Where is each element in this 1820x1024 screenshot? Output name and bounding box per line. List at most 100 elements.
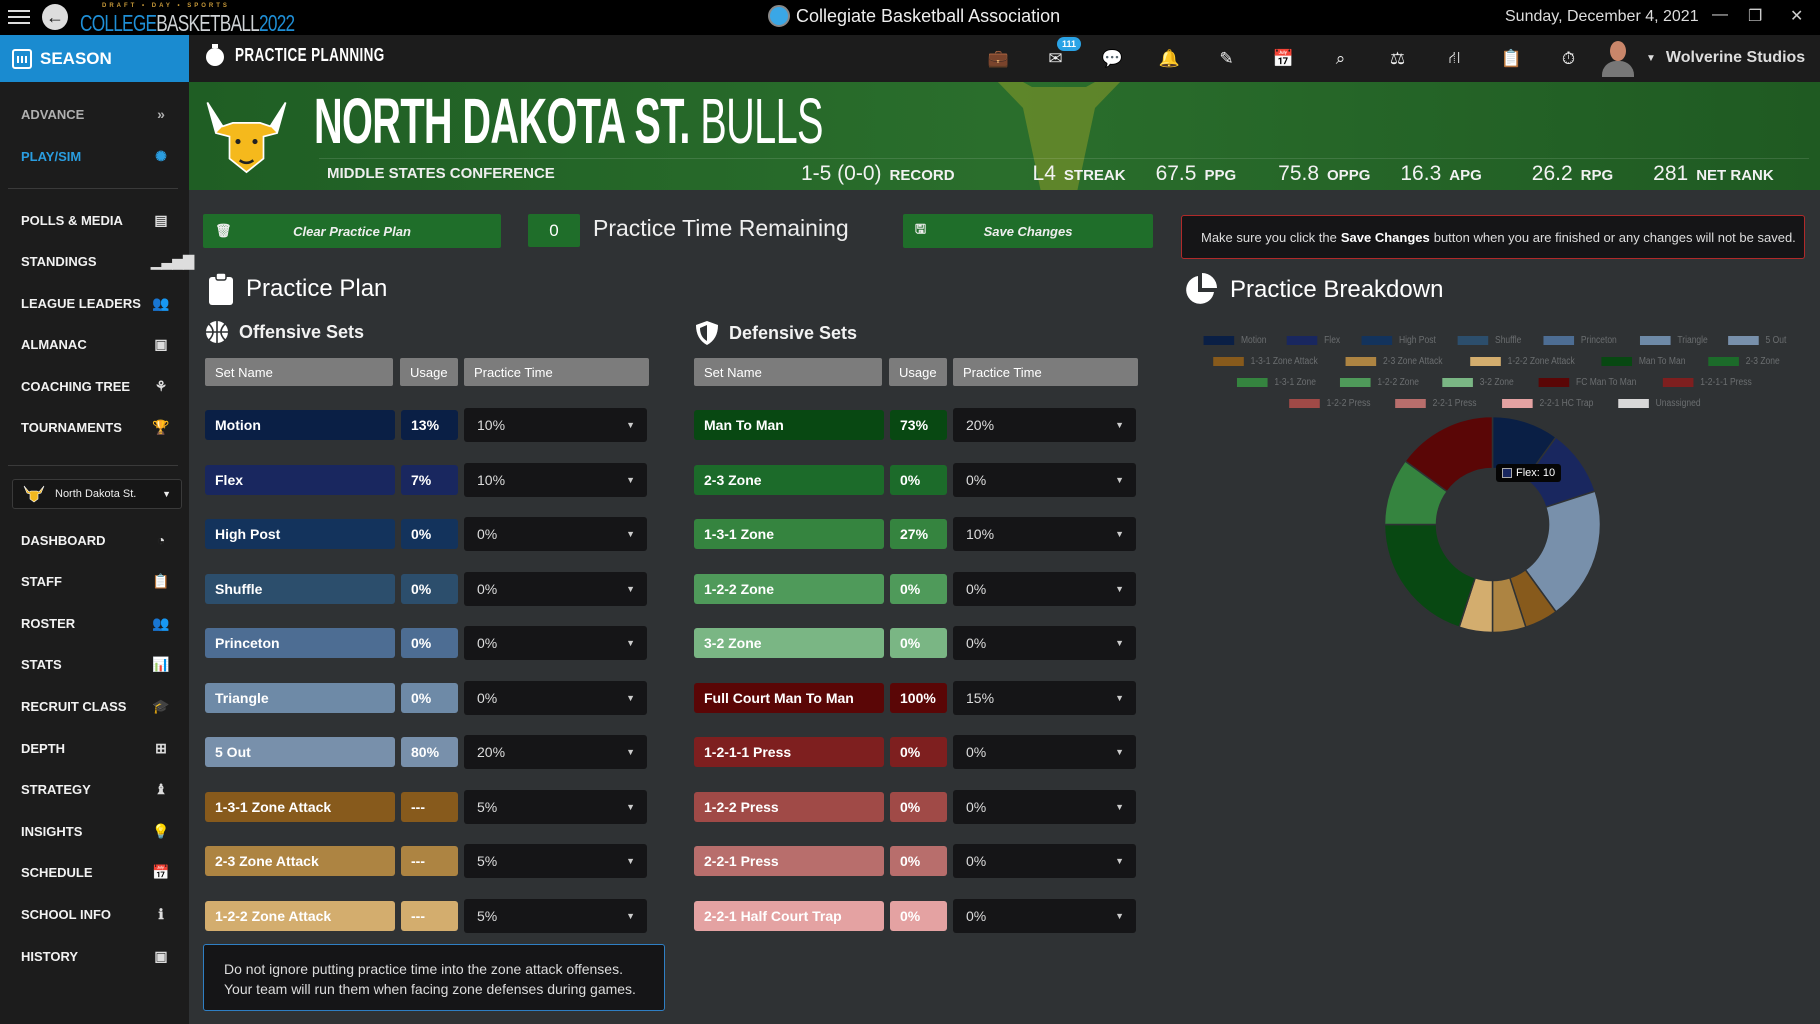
caret-down-icon: ▼	[1115, 529, 1124, 539]
legend-item[interactable]: Princeton	[1543, 335, 1617, 346]
sidebar-item-stats[interactable]: STATS 📊	[21, 653, 171, 677]
sidebar-item-recruit-class[interactable]: RECRUIT CLASS 🎓	[21, 694, 171, 718]
practice-time-select[interactable]: 20% ▼	[953, 408, 1136, 442]
team-selector[interactable]: North Dakota St. ▼	[12, 479, 182, 509]
practice-time-select[interactable]: 20% ▼	[464, 735, 647, 769]
legend-item[interactable]: 5 Out	[1728, 335, 1787, 346]
caret-down-icon: ▼	[162, 489, 171, 499]
practice-time-select[interactable]: 10% ▼	[464, 408, 647, 442]
sidebar-item-advance[interactable]: ADVANCE »	[21, 102, 171, 126]
briefcase-icon[interactable]: 💼	[970, 49, 1027, 69]
practice-time-select[interactable]: 0% ▼	[953, 571, 1136, 606]
legend-item[interactable]: 1-2-2 Zone	[1340, 377, 1419, 388]
road-icon[interactable]: ⛙	[1426, 48, 1483, 70]
legend-item[interactable]: 1-3-1 Zone Attack	[1212, 356, 1317, 367]
set-usage: 0%	[890, 464, 947, 495]
practice-time-select[interactable]: 0% ▼	[953, 789, 1136, 824]
restore-button[interactable]: ❐	[1748, 6, 1762, 26]
legend-swatch	[1469, 357, 1501, 366]
sidebar-item-strategy[interactable]: STRATEGY ♝	[21, 778, 171, 802]
donut-slice-man-to-man[interactable]	[1383, 523, 1477, 629]
chat-icon[interactable]: 💬	[1084, 49, 1141, 69]
sidebar-item-history[interactable]: HISTORY ▣	[21, 944, 171, 968]
hamburger-menu-icon[interactable]	[8, 6, 30, 26]
practice-time-select[interactable]: 0% ▼	[953, 462, 1136, 497]
legend-swatch	[1289, 399, 1320, 408]
practice-time-select[interactable]: 0% ▼	[953, 626, 1136, 660]
legend-item[interactable]: Motion	[1203, 335, 1267, 346]
practice-time-value: 0%	[477, 635, 498, 651]
legend-item[interactable]: 2-3 Zone	[1708, 356, 1781, 367]
practice-time-select[interactable]: 0% ▼	[464, 571, 647, 606]
set-usage: 0%	[890, 900, 947, 931]
sidebar-item-tournaments[interactable]: TOURNAMENTS 🏆	[21, 416, 171, 440]
practice-time-select[interactable]: 10% ▼	[464, 462, 647, 497]
legend-item[interactable]: FC Man To Man	[1538, 377, 1637, 388]
legend-item[interactable]: 1-3-1 Zone	[1237, 377, 1316, 388]
table-row: Full Court Man To Man 100% 15% ▼	[694, 680, 1144, 715]
back-arrow-icon[interactable]: ←	[42, 4, 68, 30]
basketball-icon: ✺	[155, 147, 167, 164]
scale-icon[interactable]: ⚖	[1369, 49, 1426, 69]
practice-time-select[interactable]: 5% ▼	[464, 898, 647, 933]
legend-label: Shuffle	[1495, 335, 1522, 346]
practice-time-select[interactable]: 0% ▼	[953, 735, 1136, 769]
practice-time-select[interactable]: 0% ▼	[953, 844, 1136, 878]
season-tab[interactable]: SEASON	[0, 35, 189, 82]
caret-down-icon: ▼	[626, 801, 635, 812]
practice-time-select[interactable]: 0% ▼	[464, 626, 647, 660]
legend-item[interactable]: 2-2-1 Press	[1395, 398, 1476, 409]
legend-item[interactable]: Shuffle	[1458, 335, 1522, 346]
sidebar-item-coaching-tree[interactable]: COACHING TREE ⚘	[21, 374, 171, 398]
practice-time-select[interactable]: 5% ▼	[464, 789, 647, 824]
practice-time-select[interactable]: 0% ▼	[464, 517, 647, 551]
caret-down-icon: ▼	[626, 910, 635, 921]
practice-time-select[interactable]: 0% ▼	[464, 680, 647, 715]
sidebar-item-standings[interactable]: STANDINGS ▁▃▅▇	[21, 250, 194, 274]
legend-item[interactable]: 1-2-1-1 Press	[1662, 377, 1752, 388]
user-menu[interactable]: ▼ Wolverine Studios	[1600, 39, 1805, 77]
calendar-check-icon[interactable]: 📅	[1255, 49, 1312, 69]
sidebar-item-league-leaders[interactable]: LEAGUE LEADERS 👥	[21, 291, 171, 315]
sidebar-item-staff[interactable]: STAFF 📋	[21, 570, 171, 594]
practice-time-select[interactable]: 5% ▼	[464, 844, 647, 878]
close-button[interactable]: ✕	[1790, 6, 1803, 26]
defense-header-set-name: Set Name	[694, 358, 882, 386]
legend-item[interactable]: 2-3 Zone Attack	[1345, 356, 1442, 367]
legend-label: 2-3 Zone	[1746, 356, 1781, 367]
legend-item[interactable]: 2-2-1 HC Trap	[1501, 398, 1593, 409]
sidebar-item-insights[interactable]: INSIGHTS 💡	[21, 819, 171, 843]
divider	[8, 188, 178, 189]
current-date: Sunday, December 4, 2021	[1505, 8, 1699, 25]
sidebar-item-almanac[interactable]: ALMANAC ▣	[21, 333, 171, 357]
save-changes-button[interactable]: 🖫 Save Changes	[903, 214, 1153, 248]
edit-icon[interactable]: ✎	[1198, 49, 1255, 69]
practice-time-value: 15%	[966, 689, 995, 706]
sidebar-item-dashboard[interactable]: DASHBOARD ◔	[21, 528, 171, 552]
legend-item[interactable]: 1-2-2 Zone Attack	[1469, 356, 1574, 367]
sidebar-item-polls-media[interactable]: POLLS & MEDIA ▤	[21, 208, 171, 232]
stopwatch-icon[interactable]: ⏱	[1540, 49, 1597, 69]
sidebar-item-school-info[interactable]: SCHOOL INFO ℹ	[21, 902, 171, 926]
legend-item[interactable]: 3-2 Zone	[1442, 377, 1514, 388]
legend-item[interactable]: 1-2-2 Press	[1289, 398, 1371, 409]
practice-time-select[interactable]: 0% ▼	[953, 898, 1136, 933]
minimize-button[interactable]: —	[1712, 6, 1728, 24]
sidebar-item-depth[interactable]: DEPTH ⊞	[21, 736, 171, 760]
bell-icon[interactable]: 🔔	[1141, 49, 1198, 69]
practice-time-select[interactable]: 10% ▼	[953, 517, 1136, 551]
legend-item[interactable]: Man To Man	[1600, 356, 1685, 367]
page-title: PRACTICE PLANNING	[205, 44, 435, 66]
clipboard-icon[interactable]: 📋	[1483, 49, 1540, 69]
sidebar-item-schedule[interactable]: SCHEDULE 📅	[21, 861, 171, 885]
search-icon[interactable]: ⌕	[1312, 49, 1369, 69]
practice-time-select[interactable]: 15% ▼	[953, 680, 1136, 715]
legend-item[interactable]: Unassigned	[1618, 398, 1701, 409]
sidebar-item-roster[interactable]: ROSTER 👥	[21, 611, 171, 635]
sidebar-item-play-sim[interactable]: PLAY/SIM ✺	[21, 144, 171, 168]
legend-item[interactable]: High Post	[1361, 335, 1436, 346]
legend-item[interactable]: Triangle	[1639, 335, 1707, 346]
mail-icon[interactable]: ✉ 111	[1027, 36, 1084, 69]
legend-item[interactable]: Flex	[1286, 335, 1340, 346]
clear-practice-plan-button[interactable]: 🗑 Clear Practice Plan	[203, 214, 501, 248]
